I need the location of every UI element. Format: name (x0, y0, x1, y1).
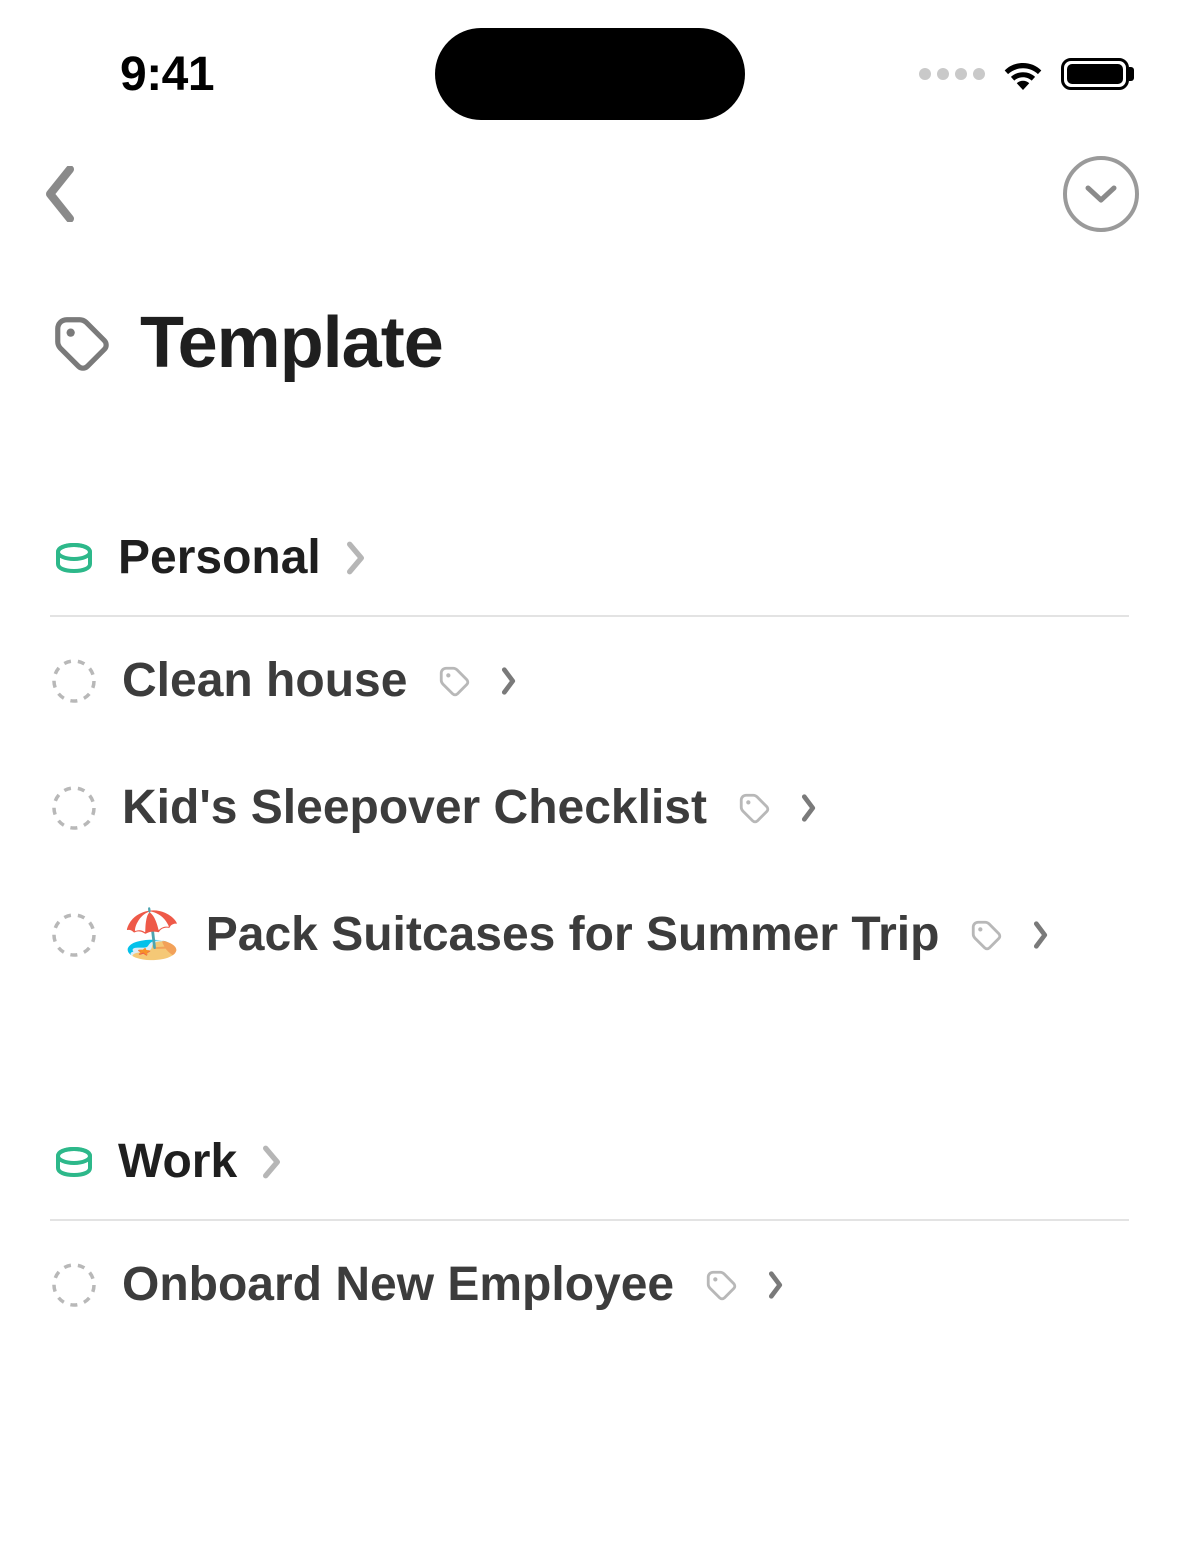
nav-bar (0, 120, 1179, 242)
back-button[interactable] (30, 164, 90, 224)
section-header-personal[interactable]: Personal (50, 494, 1129, 617)
tag-icon (969, 918, 1003, 952)
chevron-right-icon (499, 665, 519, 697)
task-checkbox[interactable] (50, 657, 98, 705)
task-row[interactable]: Kid's Sleepover Checklist (50, 744, 1129, 871)
chevron-right-icon (345, 540, 367, 576)
chevron-right-icon (261, 1144, 283, 1180)
task-row[interactable]: Clean house (50, 617, 1129, 744)
page-title: Template (140, 302, 443, 384)
area-icon (50, 534, 98, 582)
status-bar: 9:41 (0, 0, 1179, 120)
status-icons (919, 58, 1129, 90)
wifi-icon (1001, 58, 1045, 90)
tag-icon (437, 664, 471, 698)
chevron-right-icon (1031, 919, 1051, 951)
content: Personal Clean house (0, 404, 1179, 1348)
tag-icon (704, 1268, 738, 1302)
section-title: Work (118, 1134, 237, 1189)
task-row[interactable]: Onboard New Employee (50, 1221, 1129, 1348)
dynamic-island (435, 28, 745, 120)
battery-icon (1061, 58, 1129, 90)
task-row[interactable]: 🏖️ Pack Suitcases for Summer Trip (50, 871, 1129, 998)
section-header-work[interactable]: Work (50, 1098, 1129, 1221)
chevron-right-icon (799, 792, 819, 824)
task-title: Clean house (122, 653, 407, 708)
collapse-button[interactable] (1063, 156, 1139, 232)
status-time: 9:41 (120, 47, 214, 102)
task-title: Onboard New Employee (122, 1257, 674, 1312)
chevron-right-icon (766, 1269, 786, 1301)
area-icon (50, 1138, 98, 1186)
task-title: Pack Suitcases for Summer Trip (206, 907, 940, 962)
tag-icon (737, 791, 771, 825)
cellular-icon (919, 68, 985, 80)
section-title: Personal (118, 530, 321, 585)
task-emoji: 🏖️ (122, 911, 182, 959)
task-title: Kid's Sleepover Checklist (122, 780, 707, 835)
task-checkbox[interactable] (50, 911, 98, 959)
task-checkbox[interactable] (50, 1261, 98, 1309)
tag-icon (50, 312, 112, 374)
chevron-down-icon (1082, 182, 1120, 206)
page-title-row: Template (0, 242, 1179, 404)
task-checkbox[interactable] (50, 784, 98, 832)
